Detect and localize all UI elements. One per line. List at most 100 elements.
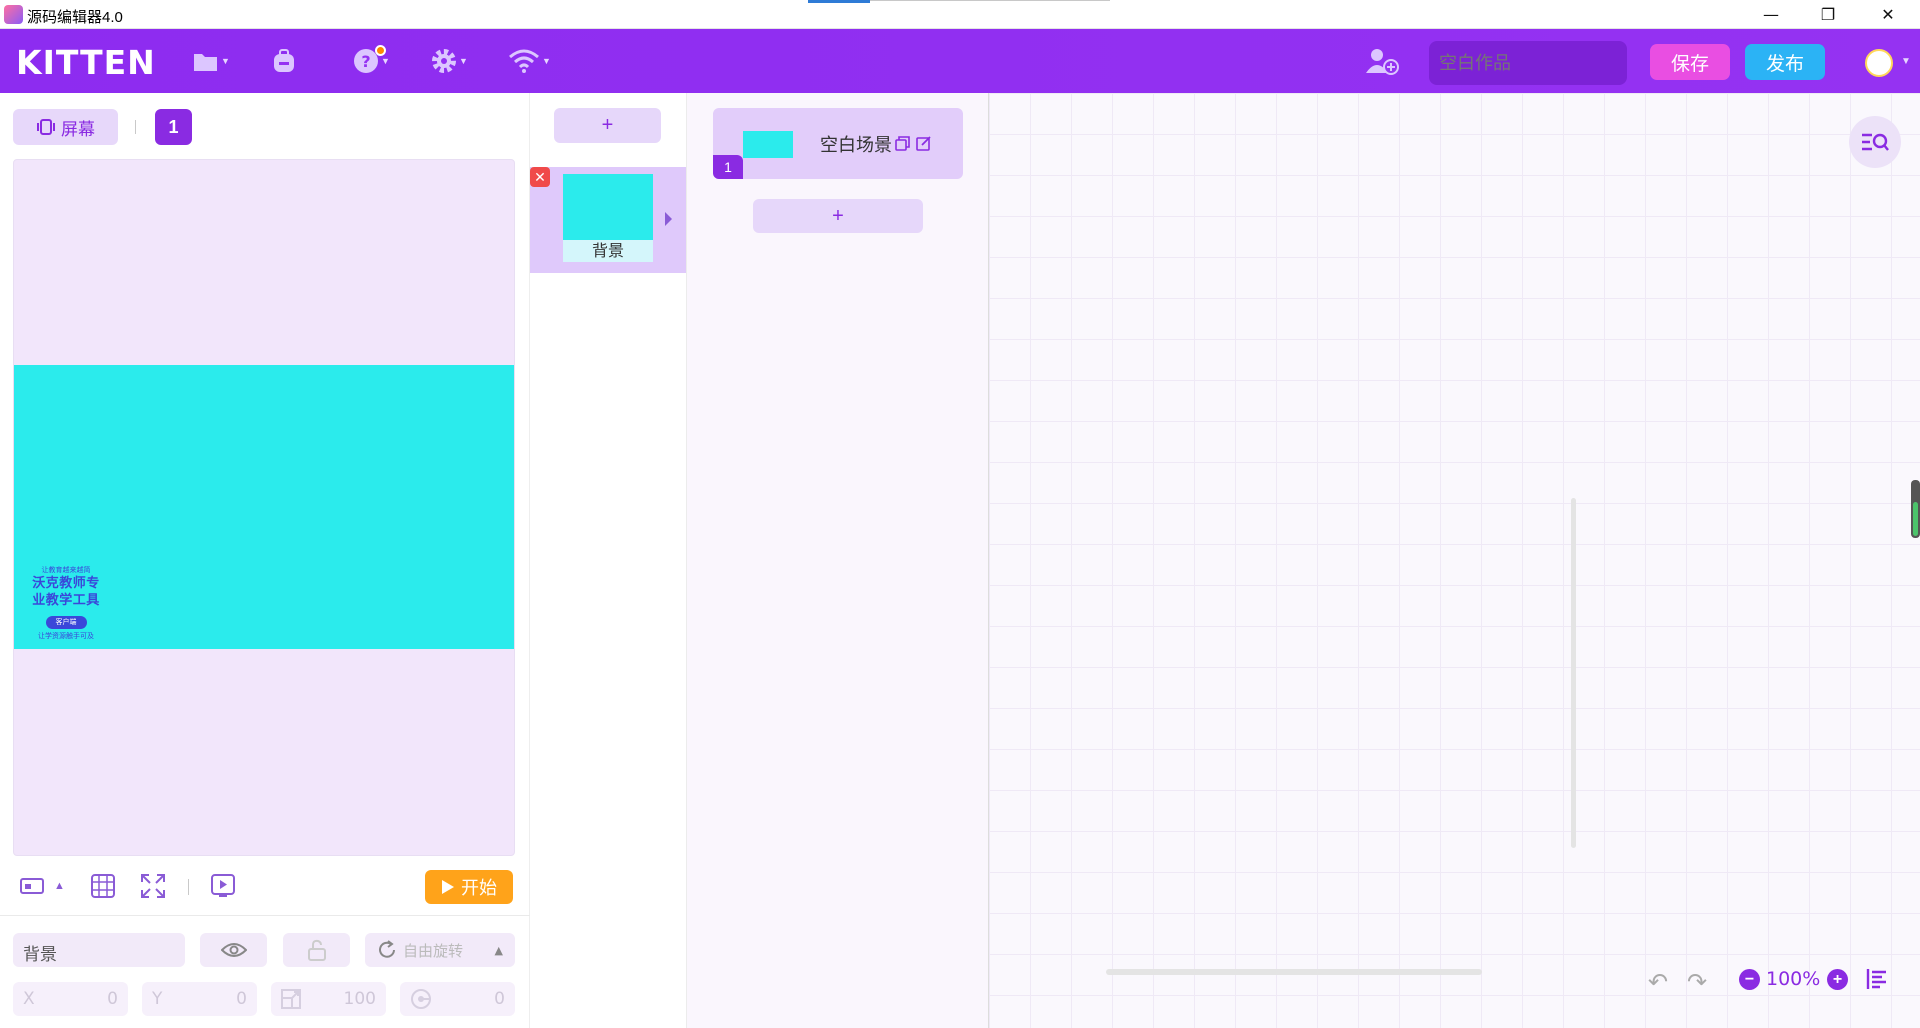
add-sprite-button[interactable]: + [554,108,661,143]
stage-panel: 屏幕 1 让教育越来越简 沃克教师专 业教学工具 客户端 让学资源触手可及 ▲ … [0,93,530,1028]
stage-size-button[interactable]: ▲ [20,873,65,899]
y-value: 0 [236,989,247,1009]
divider [135,120,136,134]
eye-icon [220,943,247,957]
chevron-up-icon[interactable]: ▲ [54,880,65,892]
screen-icon [37,119,55,135]
minimize-button[interactable]: — [1743,0,1799,29]
add-collaborator-button[interactable] [1365,47,1399,75]
wifi-icon [509,49,539,73]
chevron-down-icon[interactable]: ▼ [1901,56,1911,67]
close-button[interactable]: ✕ [1860,0,1916,29]
x-position-field[interactable]: X 0 [13,982,128,1016]
sprite-item[interactable]: ✕ 背景 [530,167,686,273]
help-menu-button[interactable]: ? ▼ [353,45,390,75]
arrange-blocks-button[interactable] [1866,968,1890,995]
scene-thumbnail [743,131,793,158]
window-title: 源码编辑器4.0 [27,9,123,26]
side-slider-handle[interactable] [1911,480,1920,538]
expand-arrow-icon[interactable] [665,212,672,226]
chevron-down-icon: ▼ [381,56,390,66]
notification-dot [374,45,386,56]
watermark-badge: 客户端 [45,616,87,629]
title-tab-track [870,0,1110,1]
scene-item[interactable]: 空白场景 1 [713,108,963,179]
folder-icon [194,54,217,71]
scale-value: 100 [343,989,376,1009]
rotation-field[interactable]: 0 [400,982,515,1016]
start-label: 开始 [461,878,497,899]
copy-scene-button[interactable] [895,136,910,156]
watermark-line2: 业教学工具 [32,593,100,608]
backpack-button[interactable] [271,47,297,75]
file-menu-button[interactable]: ▼ [193,47,230,75]
zoom-in-button[interactable]: + [1827,969,1848,990]
app-header: KITTEN ▼ ? ▼ ▼ ▼ 保存 发布 ▼ [0,29,1920,93]
list-search-icon [1862,133,1889,151]
stage-canvas[interactable]: 让教育越来越简 沃克教师专 业教学工具 客户端 让学资源触手可及 [14,365,514,649]
watermark-line1: 沃克教师专 [32,576,100,591]
x-label: X [23,989,35,1009]
sprite-thumbnail [563,174,653,240]
scene-list-panel: 空白场景 1 + [687,93,989,1028]
settings-menu-button[interactable]: ▼ [431,47,468,75]
rotation-mode-select[interactable]: 自由旋转 ▲ [365,933,515,967]
delete-sprite-button[interactable]: ✕ [530,167,550,187]
add-user-icon [1366,49,1399,75]
chevron-up-icon: ▲ [494,943,503,957]
grid-toggle-button[interactable] [90,873,116,899]
watermark-bottom: 让学资源触手可及 [38,632,94,640]
visibility-toggle[interactable] [200,933,267,967]
sprite-label: 背景 [563,240,653,262]
x-value: 0 [107,989,118,1009]
play-icon [442,880,454,894]
sprite-list-panel: + ✕ 背景 [530,93,687,1028]
side-slider-fill [1913,502,1918,536]
play-mode-button[interactable] [210,873,236,899]
kitten-logo: KITTEN [16,43,156,82]
svg-text:?: ? [361,52,370,71]
chevron-down-icon: ▼ [221,56,230,66]
app-logo-icon [4,5,23,24]
user-avatar[interactable] [1865,49,1893,77]
rotation-dial-icon [411,989,431,1009]
screen-label: 屏幕 [61,119,95,140]
grid-icon [91,874,115,898]
undo-button[interactable]: ↶ [1648,968,1668,997]
redo-button[interactable]: ↷ [1687,968,1707,997]
title-tab-indicator [808,0,870,3]
edit-scene-button[interactable] [916,136,931,156]
rotation-mode-label: 自由旋转 [403,941,464,960]
y-position-field[interactable]: Y 0 [142,982,257,1016]
scene-number-badge: 1 [713,155,743,179]
fullscreen-icon [141,874,165,898]
page-tab[interactable]: 1 [155,109,192,145]
sprite-name-field[interactable]: 背景 [13,933,185,967]
unlock-icon [307,939,326,961]
y-label: Y [152,989,163,1009]
watermark: 让教育越来越简 沃克教师专 业教学工具 客户端 让学资源触手可及 [24,565,108,641]
start-button[interactable]: 开始 [425,870,513,904]
project-name-input[interactable] [1429,41,1627,85]
publish-button[interactable]: 发布 [1745,44,1825,80]
lock-toggle[interactable] [283,933,350,967]
screen-button[interactable]: 屏幕 [13,109,118,145]
fullscreen-button[interactable] [140,873,166,899]
add-scene-button[interactable]: + [753,199,923,233]
code-workspace[interactable]: ↶ ↷ − 100% + [989,93,1920,1028]
horizontal-scrollbar[interactable] [1106,969,1482,975]
watermark-top: 让教育越来越简 [41,566,91,574]
edit-icon [916,136,931,151]
save-button[interactable]: 保存 [1650,44,1730,80]
scale-field[interactable]: 100 [271,982,386,1016]
vertical-scrollbar[interactable] [1571,498,1576,848]
zoom-out-button[interactable]: − [1739,969,1760,990]
restore-button[interactable]: ❐ [1800,0,1856,29]
block-search-button[interactable] [1849,116,1901,168]
network-menu-button[interactable]: ▼ [508,47,551,75]
stage-size-icon [20,878,44,894]
chevron-down-icon: ▼ [459,56,468,66]
chevron-down-icon: ▼ [542,56,551,66]
zoom-level: 100% [1766,968,1821,990]
backpack-icon [274,49,294,72]
